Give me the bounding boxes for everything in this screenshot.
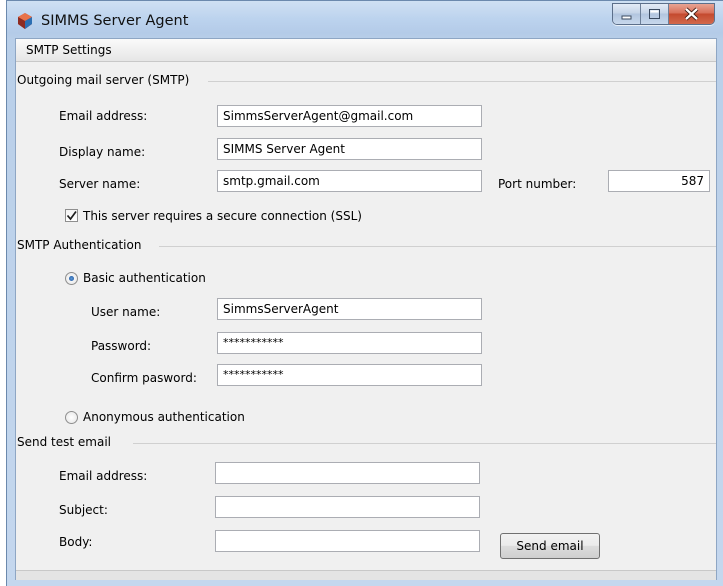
display-name-label: Display name: (59, 145, 146, 159)
ssl-checkbox[interactable] (65, 209, 78, 222)
anonymous-auth-label: Anonymous authentication (83, 410, 245, 424)
group-divider (159, 246, 716, 247)
subject-label: Subject: (59, 503, 108, 517)
ssl-label: This server requires a secure connection… (83, 209, 362, 223)
tab-label: SMTP Settings (26, 43, 112, 57)
confirm-password-label: Confirm pasword: (91, 371, 197, 385)
app-window: SIMMS Server Agent SMTP Settings Outgoin… (6, 0, 723, 586)
group-divider (133, 443, 716, 444)
confirm-password-input[interactable]: *********** (217, 364, 482, 386)
group-divider (208, 81, 716, 82)
email-address-input[interactable]: SimmsServerAgent@gmail.com (217, 105, 482, 127)
minimize-icon (621, 15, 632, 20)
close-button[interactable] (669, 4, 714, 24)
test-email-label: Email address: (59, 469, 148, 483)
status-strip (16, 570, 716, 580)
group-label-test: Send test email (17, 435, 115, 449)
port-number-label: Port number: (498, 177, 577, 191)
tab-smtp-settings[interactable]: SMTP Settings (16, 39, 716, 62)
close-icon (684, 7, 699, 21)
basic-auth-radio[interactable] (65, 272, 78, 285)
server-name-input[interactable]: smtp.gmail.com (217, 170, 482, 192)
maximize-icon (649, 9, 660, 19)
client-area: SMTP Settings Outgoing mail server (SMTP… (15, 38, 717, 580)
checkmark-icon (66, 210, 77, 221)
body-input[interactable] (215, 530, 480, 552)
port-number-input[interactable]: 587 (608, 170, 710, 192)
email-address-label: Email address: (59, 109, 148, 123)
app-shield-icon (15, 11, 35, 31)
basic-auth-label: Basic authentication (83, 271, 206, 285)
caption-buttons (612, 3, 715, 25)
group-label-outgoing: Outgoing mail server (SMTP) (17, 73, 194, 87)
subject-input[interactable] (215, 496, 480, 518)
group-label-auth: SMTP Authentication (17, 238, 146, 252)
window-title: SIMMS Server Agent (41, 13, 189, 29)
server-name-label: Server name: (59, 177, 141, 191)
minimize-button[interactable] (613, 4, 641, 24)
user-name-input[interactable]: SimmsServerAgent (217, 298, 482, 320)
body-label: Body: (59, 535, 93, 549)
password-input[interactable]: *********** (217, 332, 482, 354)
send-email-button[interactable]: Send email (500, 533, 600, 559)
radio-selected-dot (69, 276, 74, 281)
display-name-input[interactable]: SIMMS Server Agent (217, 138, 482, 160)
user-name-label: User name: (91, 305, 161, 319)
title-bar[interactable]: SIMMS Server Agent (7, 1, 723, 38)
test-email-input[interactable] (215, 462, 480, 484)
anonymous-auth-radio[interactable] (65, 411, 78, 424)
maximize-button[interactable] (641, 4, 669, 24)
password-label: Password: (91, 339, 152, 353)
